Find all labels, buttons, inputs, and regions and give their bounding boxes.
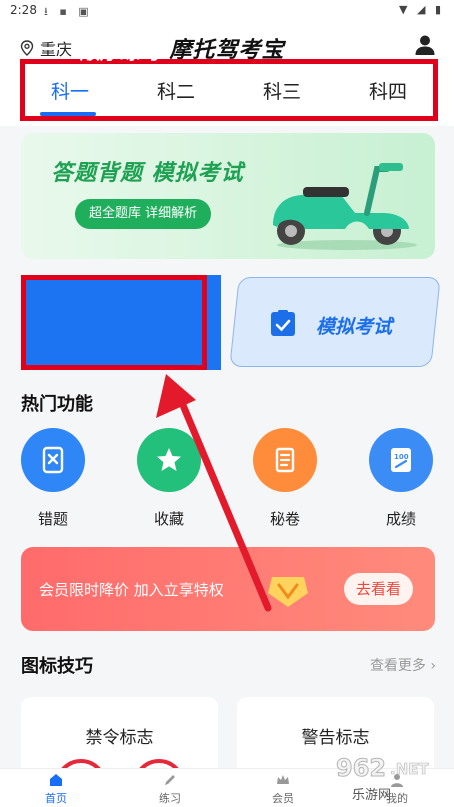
- status-time: 2:28: [10, 3, 37, 17]
- view-more-link[interactable]: 查看更多 ›: [370, 655, 436, 675]
- section-title-tips: 图标技巧: [21, 656, 93, 677]
- feature-favorites[interactable]: 收藏: [137, 428, 201, 529]
- watermark-site-name: 乐游网: [352, 788, 392, 803]
- star-icon: [157, 448, 181, 471]
- app-header: 重庆 摩托驾考宝 科一 科二 科三 科四: [0, 22, 454, 126]
- tab-subject-3[interactable]: 科三: [247, 77, 317, 104]
- tab-subject-2[interactable]: 科二: [141, 77, 211, 104]
- watermark-domain: .NET: [390, 760, 429, 779]
- crown-icon: [277, 775, 289, 784]
- wrong-questions-icon-circle: [21, 428, 85, 492]
- tab-subject-4[interactable]: 科四: [353, 77, 423, 104]
- status-bar: 2:28 ⭳ ▪ ▣ ▼ ◢ ▮: [0, 0, 454, 22]
- scores-icon-circle: 100: [369, 428, 433, 492]
- site-watermark: 962 .NET 乐游网: [328, 748, 446, 804]
- sign-card-label: 警告标志: [301, 728, 370, 748]
- svg-text:100: 100: [394, 453, 409, 461]
- status-notification-icons: ⭳ ▪ ▣: [44, 5, 93, 18]
- home-icon: [50, 774, 62, 786]
- active-tab-indicator: [40, 111, 96, 116]
- scorecard-icon: 100: [391, 448, 411, 472]
- watermark-number: 962: [335, 754, 387, 783]
- scroll-icon: [275, 447, 295, 473]
- feature-label: 成绩: [385, 510, 416, 528]
- banner-title: 答题背题 模拟考试: [51, 161, 244, 186]
- highlight-frame: [21, 275, 207, 370]
- checklist-icon: [271, 310, 295, 336]
- subject-tabs: 科一 科二 科三 科四: [20, 59, 438, 121]
- secret-papers-icon-circle: [253, 428, 317, 492]
- tab-subject-1[interactable]: 科一: [35, 77, 105, 116]
- pencil-icon: [165, 775, 175, 785]
- promo-banner[interactable]: 答题背题 模拟考试 超全题库 详细解析: [21, 133, 435, 259]
- vip-badge-icon: [268, 577, 308, 607]
- user-profile-icon[interactable]: [414, 34, 436, 56]
- tabbar-member[interactable]: 会员: [253, 772, 313, 806]
- favorites-icon-circle: [137, 428, 201, 492]
- tabbar-label: 练习: [159, 792, 181, 805]
- view-more-label: 查看更多: [369, 658, 426, 674]
- mock-exam-label: 模拟考试: [316, 316, 393, 338]
- section-title-hot: 热门功能: [21, 394, 93, 415]
- banner-pill: 超全题库 详细解析: [75, 199, 212, 229]
- feature-label: 收藏: [153, 510, 184, 528]
- scooter-illustration-icon: [273, 163, 417, 250]
- tabbar-label: 首页: [45, 792, 67, 805]
- chevron-right-icon: ›: [430, 658, 436, 674]
- tab-label: 科四: [368, 80, 407, 103]
- tab-label: 科三: [262, 80, 301, 103]
- vip-text: 会员限时降价 加入立享特权: [39, 581, 224, 599]
- sign-card-label: 禁令标志: [85, 728, 154, 748]
- tab-label: 科一: [50, 80, 89, 103]
- book-icon: [42, 446, 64, 474]
- tab-label: 科二: [156, 80, 195, 103]
- list-sort-icon: [34, 34, 60, 59]
- feature-scores[interactable]: 100 成绩: [369, 428, 433, 529]
- feature-secret-papers[interactable]: 秘卷: [253, 428, 317, 529]
- tabbar-home[interactable]: 首页: [26, 772, 86, 806]
- tabbar-label: 会员: [272, 792, 294, 805]
- vip-banner[interactable]: 会员限时降价 加入立享特权 去看看: [21, 547, 435, 631]
- feature-label: 错题: [37, 510, 68, 528]
- vip-go-button[interactable]: 去看看: [343, 573, 413, 605]
- practice-label: 顺序练习: [80, 40, 160, 64]
- feature-label: 秘卷: [269, 510, 300, 528]
- feature-wrong-questions[interactable]: 错题: [21, 428, 85, 529]
- tabbar-practice[interactable]: 练习: [140, 772, 200, 806]
- status-system-icons: ▼ ◢ ▮: [399, 3, 444, 16]
